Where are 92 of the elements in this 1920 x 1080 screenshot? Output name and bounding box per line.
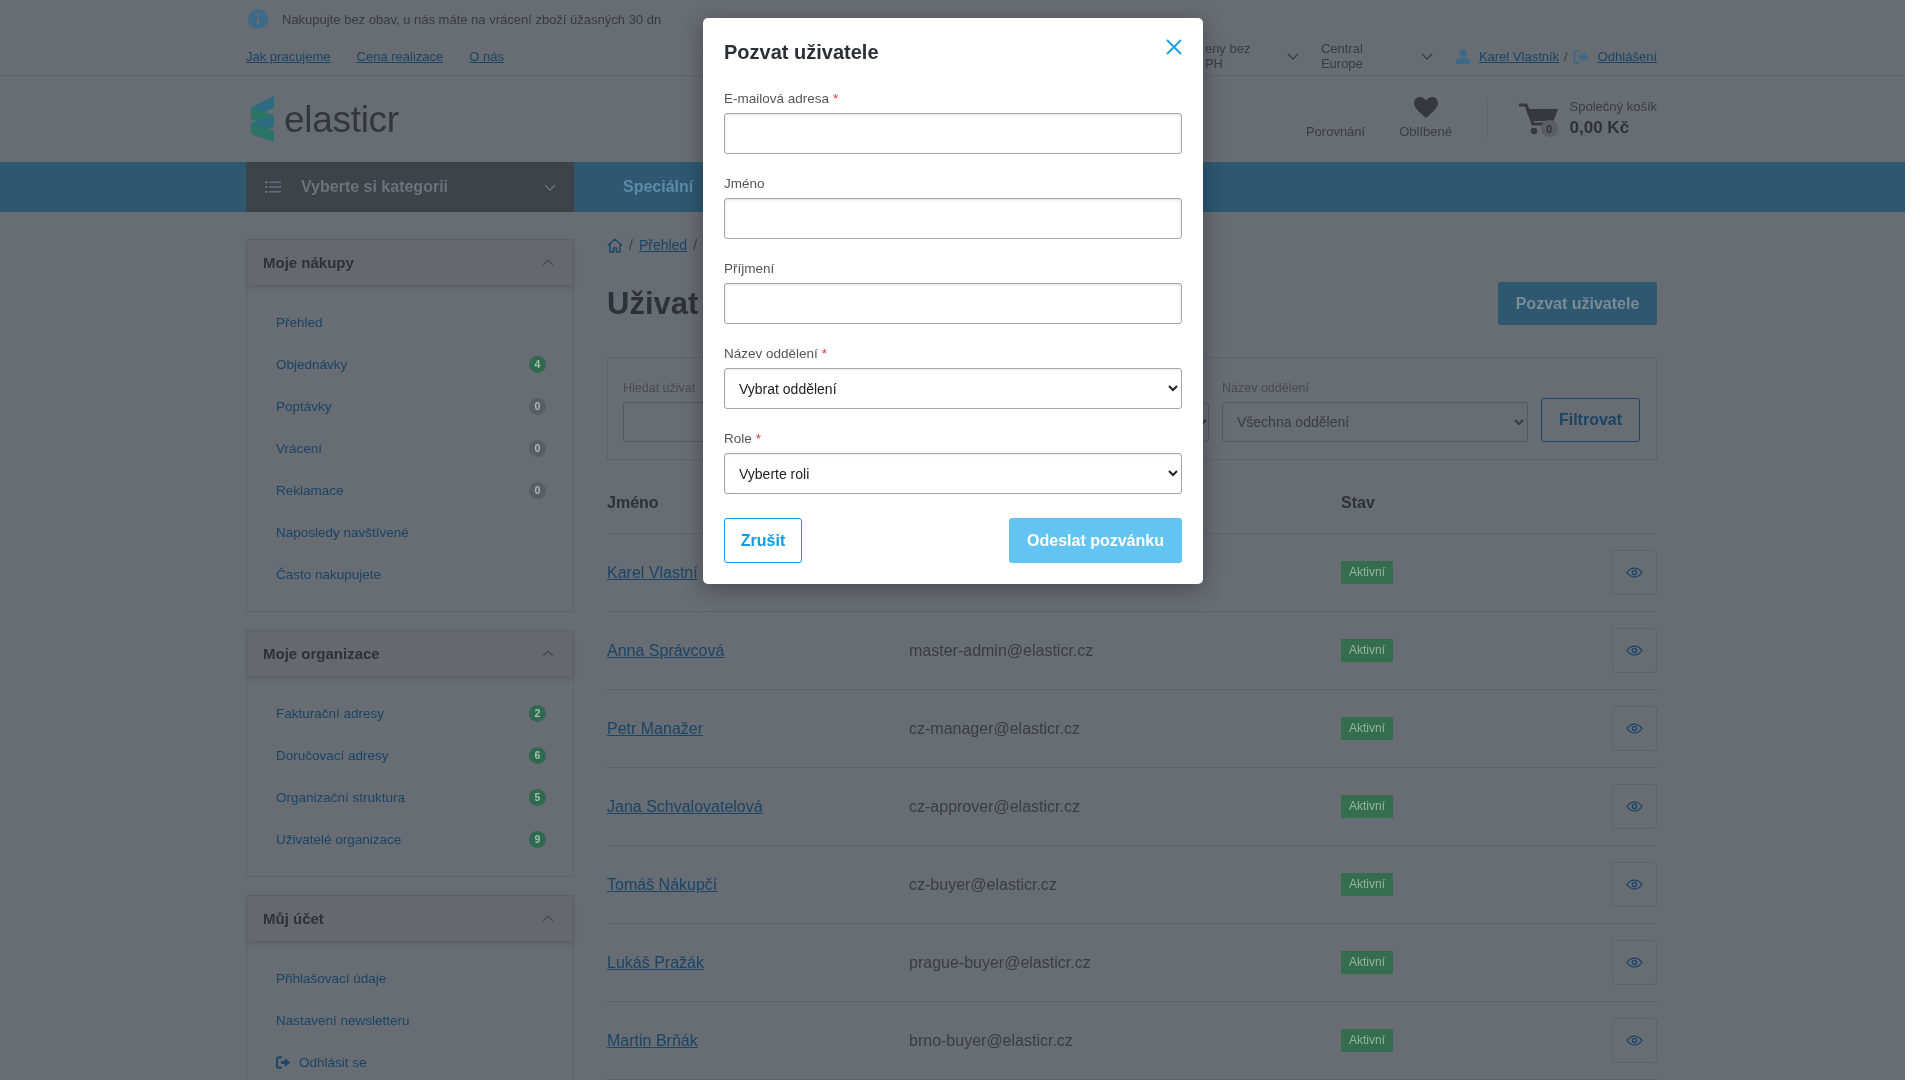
sidebar-link[interactable]: Organizační struktura: [276, 789, 406, 805]
sidebar-link[interactable]: Reklamace: [276, 482, 344, 498]
caret-icon: [1286, 53, 1299, 60]
count-badge: 9: [529, 830, 546, 848]
eye-icon: [1626, 957, 1643, 968]
close-icon[interactable]: [1166, 39, 1182, 55]
sidebar-link[interactable]: Naposledy navštívené: [276, 524, 409, 540]
field-label: Příjmení: [724, 260, 775, 278]
sidebar-link[interactable]: Poptávky: [276, 398, 332, 414]
eye-icon: [1626, 645, 1643, 656]
caret-icon: [1420, 53, 1433, 60]
field-label: Název oddělení *: [724, 345, 828, 363]
user-icon: [1455, 49, 1470, 64]
sidebar-link[interactable]: Fakturační adresy: [276, 705, 385, 721]
logo-icon[interactable]: [251, 95, 274, 143]
caret-icon: [544, 183, 556, 191]
column-header: Jméno: [607, 493, 659, 513]
select-field[interactable]: Vybrat oddělení: [724, 368, 1182, 409]
view-button[interactable]: [1612, 1018, 1657, 1063]
status-badge: Aktivní: [1341, 561, 1393, 584]
field-label: E-mailová adresa *: [724, 90, 839, 108]
top-link[interactable]: Cena realizace: [356, 49, 444, 64]
eye-icon: [1626, 723, 1643, 734]
top-link[interactable]: Jak pracujeme: [246, 49, 331, 64]
sidebar-link[interactable]: Uživatelé organizace: [276, 831, 402, 847]
send-invite-button[interactable]: Odeslat pozvánku: [1009, 518, 1182, 563]
count-badge: 0: [529, 481, 546, 499]
user-name-link[interactable]: Jana Schvalovatelová: [607, 797, 763, 816]
sidebar-link[interactable]: Nastavení newsletteru: [276, 1012, 410, 1028]
logout-link[interactable]: Odhlášení: [1597, 49, 1657, 64]
user-name-link[interactable]: Lukáš Pražák: [607, 953, 704, 972]
sidebar-link[interactable]: Vrácení: [276, 440, 323, 456]
view-button[interactable]: [1612, 706, 1657, 751]
select-field[interactable]: Vyberte roli: [724, 453, 1182, 494]
info-icon: [248, 9, 268, 29]
user-name-link[interactable]: Karel Vlastní: [607, 563, 698, 582]
user-name-link[interactable]: Petr Manažer: [607, 719, 704, 738]
view-button[interactable]: [1612, 862, 1657, 907]
status-badge: Aktivní: [1341, 639, 1393, 662]
logo-wordmark[interactable]: elasticr: [284, 100, 399, 138]
breadcrumb-link[interactable]: Přehled: [638, 237, 688, 253]
field-label: Role *: [724, 430, 762, 448]
eye-icon: [1626, 879, 1643, 890]
user-name-link[interactable]: Martin Brňák: [607, 1031, 698, 1050]
breadcrumb-separator: /: [629, 237, 633, 253]
text-field[interactable]: [724, 198, 1182, 239]
status-badge: Aktivní: [1341, 951, 1393, 974]
top-link[interactable]: O nás: [469, 49, 504, 64]
text-field[interactable]: [724, 113, 1182, 154]
field-label: Jméno: [724, 175, 765, 193]
filter-button[interactable]: Filtrovat: [1541, 398, 1640, 442]
cancel-button[interactable]: Zrušit: [724, 518, 802, 563]
home-icon[interactable]: [607, 237, 623, 253]
count-badge: 2: [529, 704, 546, 722]
count-badge: 6: [529, 746, 546, 764]
count-badge: 0: [529, 397, 546, 415]
text-field[interactable]: [724, 283, 1182, 324]
sidebar-link[interactable]: Odhlásit se: [299, 1054, 367, 1070]
invite-button[interactable]: Pozvat uživatele: [1498, 282, 1657, 325]
user-name-link[interactable]: Tomáš Nákupčí: [607, 875, 718, 894]
modal-title: Pozvat uživatele: [724, 40, 879, 65]
breadcrumb-separator: /: [693, 237, 698, 253]
view-button[interactable]: [1612, 940, 1657, 985]
count-badge: 0: [529, 439, 546, 457]
logout-icon[interactable]: [1572, 49, 1590, 64]
sidebar-link[interactable]: Doručovací adresy: [276, 747, 389, 763]
view-button[interactable]: [1612, 784, 1657, 829]
count-badge: 4: [529, 355, 546, 373]
sidebar-link[interactable]: Přehled: [276, 314, 323, 330]
sidebar-link[interactable]: Objednávky: [276, 356, 348, 372]
logout-icon[interactable]: [276, 1055, 291, 1069]
status-badge: Aktivní: [1341, 795, 1393, 818]
status-badge: Aktivní: [1341, 717, 1393, 740]
status-badge: Aktivní: [1341, 1029, 1393, 1052]
view-button[interactable]: [1612, 628, 1657, 673]
eye-icon: [1626, 567, 1643, 578]
count-badge: 5: [529, 788, 546, 806]
page-title: Uživat: [607, 288, 699, 319]
sidebar-link[interactable]: Často nakupujete: [276, 566, 382, 582]
view-button[interactable]: [1612, 550, 1657, 595]
user-link[interactable]: Karel Vlastník: [1478, 49, 1560, 64]
heart-icon: [1413, 97, 1438, 118]
status-badge: Aktivní: [1341, 873, 1393, 896]
eye-icon: [1626, 801, 1643, 812]
section-toggle[interactable]: Můj účet: [247, 896, 573, 941]
sidebar-link[interactable]: Přihlašovací údaje: [276, 970, 387, 986]
separator-text: /: [1564, 49, 1568, 64]
user-name-link[interactable]: Anna Správcová: [607, 641, 725, 660]
eye-icon: [1626, 1035, 1643, 1046]
column-header: Stav: [1341, 493, 1375, 513]
list-icon: [265, 181, 281, 193]
cart-icon: [1518, 102, 1559, 136]
